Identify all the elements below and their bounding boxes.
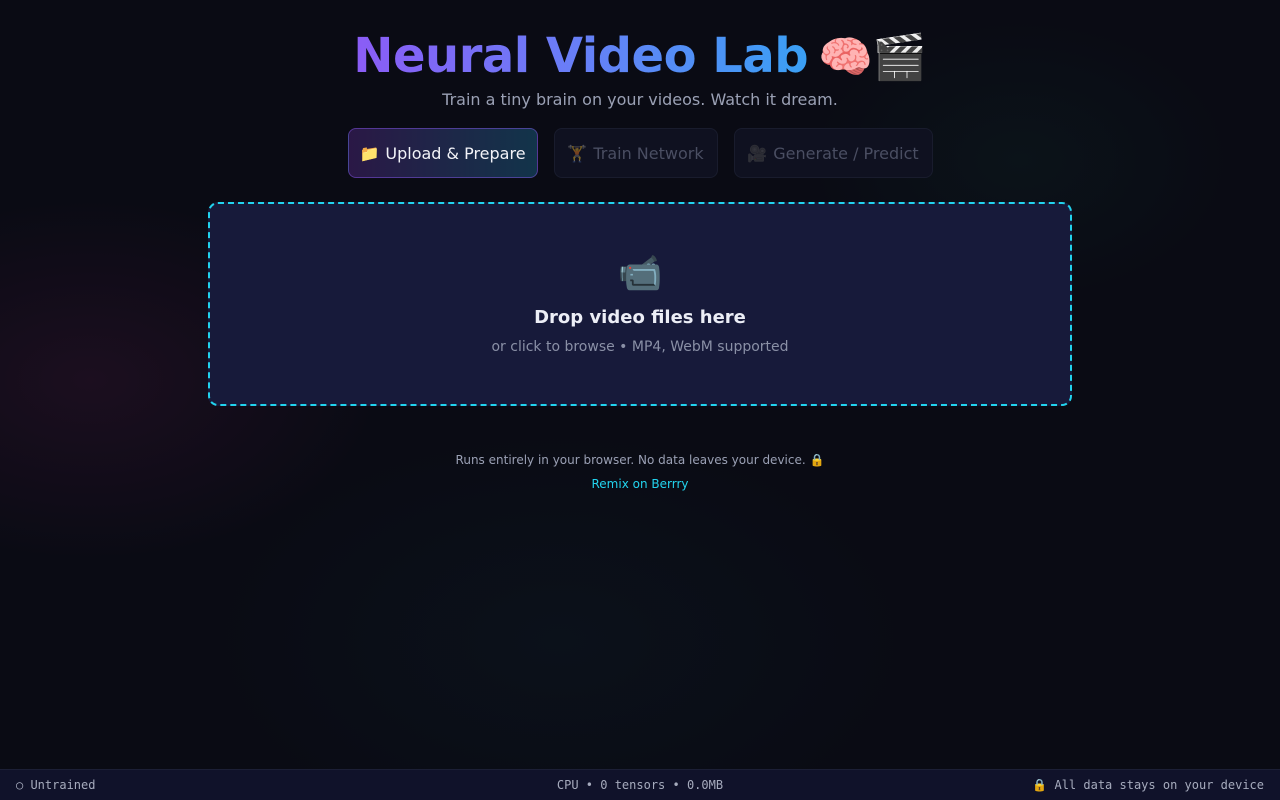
app-title: Neural Video Lab 🧠🎬 bbox=[0, 26, 1280, 88]
tab-label: Train Network bbox=[593, 143, 704, 163]
movie-camera-icon: 🎥 bbox=[747, 143, 768, 163]
privacy-note: Runs entirely in your browser. No data l… bbox=[455, 453, 825, 467]
tab-upload-prepare[interactable]: 📁 Upload & Prepare bbox=[347, 128, 538, 178]
tab-label: Upload & Prepare bbox=[385, 143, 526, 163]
app-subtitle: Train a tiny brain on your videos. Watch… bbox=[442, 90, 838, 109]
dropzone-title: Drop video files here bbox=[534, 307, 746, 328]
folder-icon: 📁 bbox=[359, 143, 380, 163]
tab-label: Generate / Predict bbox=[773, 143, 919, 163]
tab-bar: 📁 Upload & Prepare 🏋️ Train Network 🎥 Ge… bbox=[0, 128, 1280, 178]
tab-train-network[interactable]: 🏋️ Train Network bbox=[553, 128, 718, 178]
dropzone-subtitle: or click to browse • MP4, WebM supported bbox=[491, 339, 789, 355]
brain-clapper-icon: 🧠🎬 bbox=[818, 32, 927, 83]
video-camera-icon: 📹 bbox=[617, 253, 663, 294]
privacy-status: 🔒 All data stays on your device bbox=[1032, 778, 1264, 792]
remix-link-wrapper: Remix on Berrry bbox=[0, 477, 1280, 491]
video-dropzone[interactable]: 📹 Drop video files here or click to brow… bbox=[208, 202, 1072, 406]
tab-generate-predict[interactable]: 🎥 Generate / Predict bbox=[733, 128, 933, 178]
remix-link[interactable]: Remix on Berrry bbox=[592, 477, 689, 491]
status-bar: ○ Untrained CPU • 0 tensors • 0.0MB 🔒 Al… bbox=[0, 769, 1280, 800]
weightlifter-icon: 🏋️ bbox=[567, 143, 588, 163]
app-title-text: Neural Video Lab bbox=[353, 28, 809, 84]
